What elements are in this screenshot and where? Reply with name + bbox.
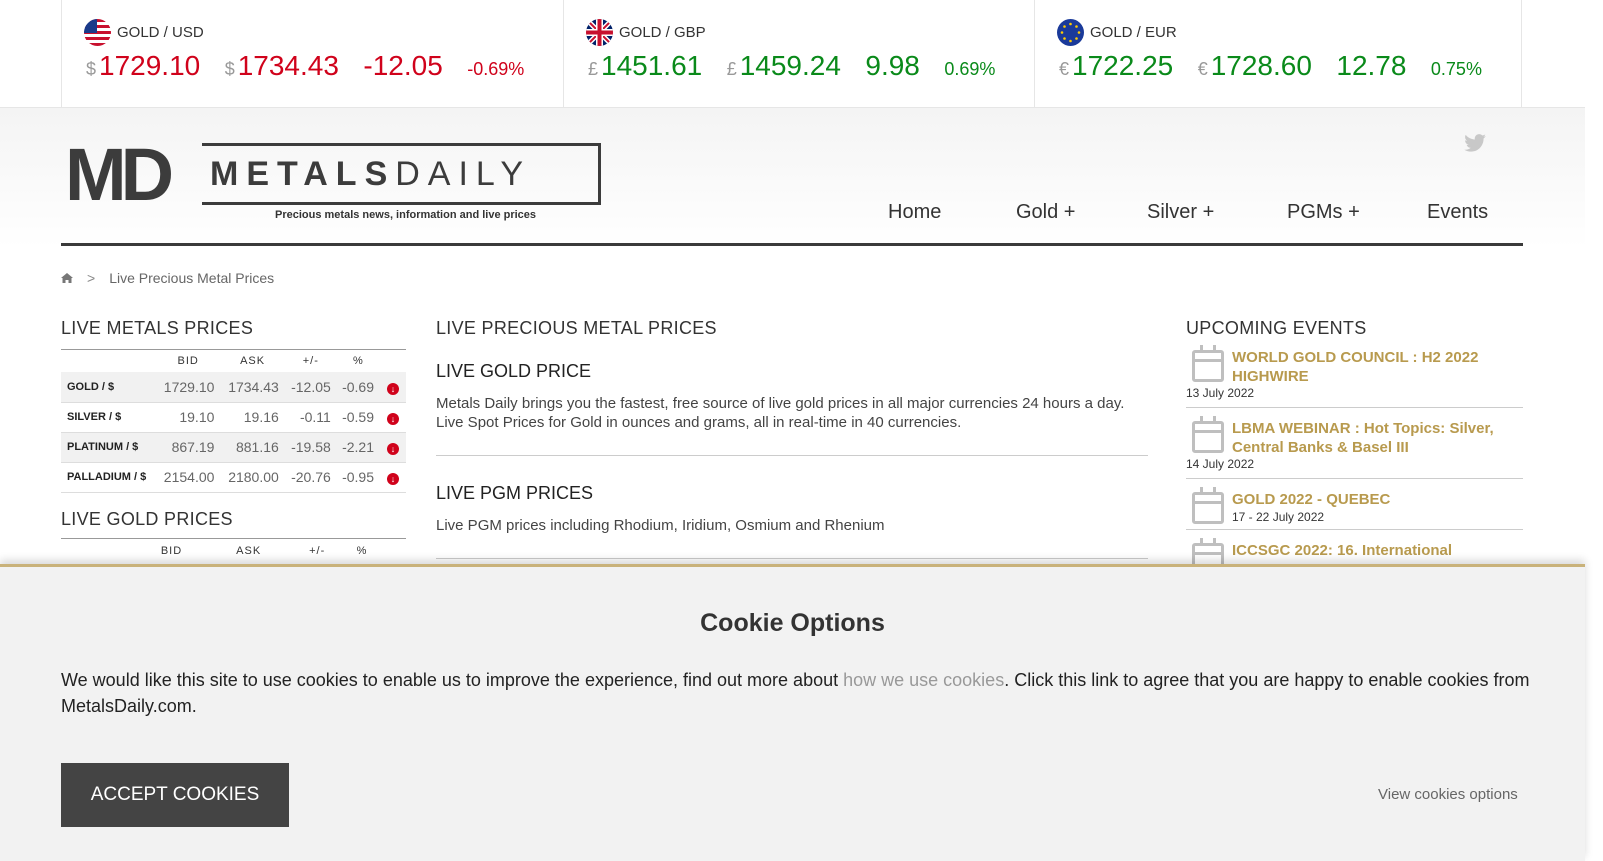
- col-bid: BID: [177, 355, 199, 367]
- down-arrow-icon: ↓: [387, 413, 399, 425]
- divider: [436, 558, 1148, 559]
- pgm-section: LIVE PGM PRICES Live PGM prices includin…: [436, 483, 1148, 535]
- ticker-change: 12.78: [1336, 50, 1407, 81]
- ticker-percent: 0.69%: [944, 59, 996, 79]
- metals-price-table: BID ASK +/- % GOLD / $ 1729.10 1734.43 -…: [61, 350, 406, 493]
- nav-silver[interactable]: Silver +: [1147, 201, 1214, 224]
- twitter-icon[interactable]: [1464, 134, 1486, 154]
- event-item[interactable]: GOLD 2022 - QUEBEC 17 - 22 July 2022: [1186, 486, 1523, 530]
- ticker-pair: GOLD / EUR: [1090, 24, 1177, 41]
- event-date: 17 - 22 July 2022: [1232, 510, 1325, 524]
- ticker-percent: 0.75%: [1430, 59, 1482, 79]
- calendar-icon: [1192, 416, 1224, 453]
- calendar-icon: [1192, 487, 1224, 524]
- section-heading[interactable]: LIVE GOLD PRICE: [436, 361, 1148, 382]
- down-arrow-icon: ↓: [387, 473, 399, 485]
- calendar-icon: [1192, 345, 1224, 382]
- ticker-gold-gbp[interactable]: GOLD / GBP £1451.61 £1459.24 9.98 0.69%: [563, 0, 1035, 108]
- nav-pgms[interactable]: PGMs +: [1287, 201, 1360, 224]
- down-arrow-icon: ↓: [387, 443, 399, 455]
- ticker-bid: 1722.25: [1072, 50, 1174, 81]
- logo-tagline: Precious metals news, information and li…: [275, 209, 537, 221]
- view-cookie-options-link[interactable]: View cookies options: [1378, 786, 1518, 803]
- section-text: Metals Daily brings you the fastest, fre…: [436, 395, 1125, 431]
- live-metals-title: LIVE METALS PRICES: [61, 318, 406, 350]
- ticker-bid: 1451.61: [601, 50, 703, 81]
- event-title[interactable]: LBMA WEBINAR : Hot Topics: Silver, Centr…: [1232, 419, 1502, 457]
- gold-price-table: BID ASK +/- %: [160, 545, 368, 557]
- ticker-change: 9.98: [865, 50, 920, 81]
- events-title: UPCOMING EVENTS: [1186, 318, 1367, 338]
- currency-symbol: £: [588, 59, 599, 79]
- col-percent: %: [353, 355, 364, 367]
- ticker-pair: GOLD / USD: [117, 24, 204, 41]
- table-row[interactable]: PLATINUM / $ 867.19 881.16 -19.58 -2.21 …: [61, 432, 406, 463]
- live-gold-title: LIVE GOLD PRICES: [61, 509, 406, 539]
- nav-divider: [61, 243, 1523, 246]
- nav-home[interactable]: Home: [888, 201, 941, 224]
- col-ask: ASK: [240, 355, 266, 367]
- cookie-title: Cookie Options: [700, 609, 885, 637]
- eu-flag-icon: [1057, 19, 1084, 46]
- breadcrumb-separator: >: [87, 270, 96, 286]
- col-change: +/-: [302, 355, 319, 367]
- ticker-percent: -0.69%: [467, 59, 525, 79]
- cookie-policy-link[interactable]: how we use cookies: [843, 670, 1004, 690]
- accept-cookies-button[interactable]: ACCEPT COOKIES: [61, 763, 289, 827]
- currency-symbol: £: [726, 59, 737, 79]
- price-ticker: GOLD / USD $1729.10 $1734.43 -12.05 -0.6…: [0, 0, 1585, 108]
- nav-gold[interactable]: Gold +: [1016, 201, 1075, 224]
- event-item[interactable]: LBMA WEBINAR : Hot Topics: Silver, Centr…: [1186, 415, 1523, 479]
- gold-section: LIVE GOLD PRICE Metals Daily brings you …: [436, 361, 1148, 432]
- home-icon[interactable]: [61, 270, 73, 283]
- divider: [436, 455, 1148, 456]
- section-heading[interactable]: LIVE PGM PRICES: [436, 483, 1148, 504]
- ticker-bid: 1729.10: [99, 50, 201, 81]
- currency-symbol: $: [224, 59, 235, 79]
- down-arrow-icon: ↓: [387, 382, 399, 395]
- ticker-ask: 1734.43: [237, 50, 339, 81]
- ticker-gold-usd[interactable]: GOLD / USD $1729.10 $1734.43 -12.05 -0.6…: [61, 0, 564, 108]
- event-date: 14 July 2022: [1186, 457, 1255, 471]
- currency-symbol: €: [1197, 59, 1208, 79]
- uk-flag-icon: [586, 19, 613, 46]
- cookie-banner: Cookie Options We would like this site t…: [0, 564, 1585, 861]
- event-title[interactable]: WORLD GOLD COUNCIL : H2 2022 HIGHWIRE: [1232, 348, 1492, 386]
- currency-symbol: €: [1059, 59, 1070, 79]
- ticker-ask: 1459.24: [739, 50, 841, 81]
- section-text: Live PGM prices including Rhodium, Iridi…: [436, 517, 885, 534]
- event-date: 13 July 2022: [1186, 386, 1255, 400]
- table-row[interactable]: GOLD / $ 1729.10 1734.43 -12.05 -0.69 ↓: [61, 372, 406, 403]
- site-logo[interactable]: MD METALSDAILY Precious metals news, inf…: [65, 133, 601, 224]
- nav-events[interactable]: Events: [1427, 201, 1488, 224]
- ticker-pair: GOLD / GBP: [619, 24, 706, 41]
- ticker-ask: 1728.60: [1210, 50, 1312, 81]
- main-title: LIVE PRECIOUS METAL PRICES: [436, 318, 717, 338]
- event-title[interactable]: ICCSGC 2022: 16. International: [1232, 541, 1512, 560]
- currency-symbol: $: [86, 59, 97, 79]
- cookie-text: We would like this site to use cookies t…: [61, 670, 1530, 716]
- logo-letters: MD: [65, 133, 174, 216]
- ticker-change: -12.05: [363, 50, 443, 81]
- breadcrumb-current: Live Precious Metal Prices: [109, 270, 275, 286]
- logo-wordmark: METALSDAILY: [210, 155, 531, 193]
- us-flag-icon: [84, 19, 111, 46]
- ticker-gold-eur[interactable]: GOLD / EUR €1722.25 €1728.60 12.78 0.75%: [1034, 0, 1522, 108]
- table-row[interactable]: PALLADIUM / $ 2154.00 2180.00 -20.76 -0.…: [61, 462, 406, 493]
- event-item[interactable]: WORLD GOLD COUNCIL : H2 2022 HIGHWIRE 13…: [1186, 344, 1523, 408]
- breadcrumb: > Live Precious Metal Prices: [61, 270, 274, 286]
- table-row[interactable]: SILVER / $ 19.10 19.16 -0.11 -0.59 ↓: [61, 402, 406, 433]
- event-title[interactable]: GOLD 2022 - QUEBEC: [1232, 490, 1512, 509]
